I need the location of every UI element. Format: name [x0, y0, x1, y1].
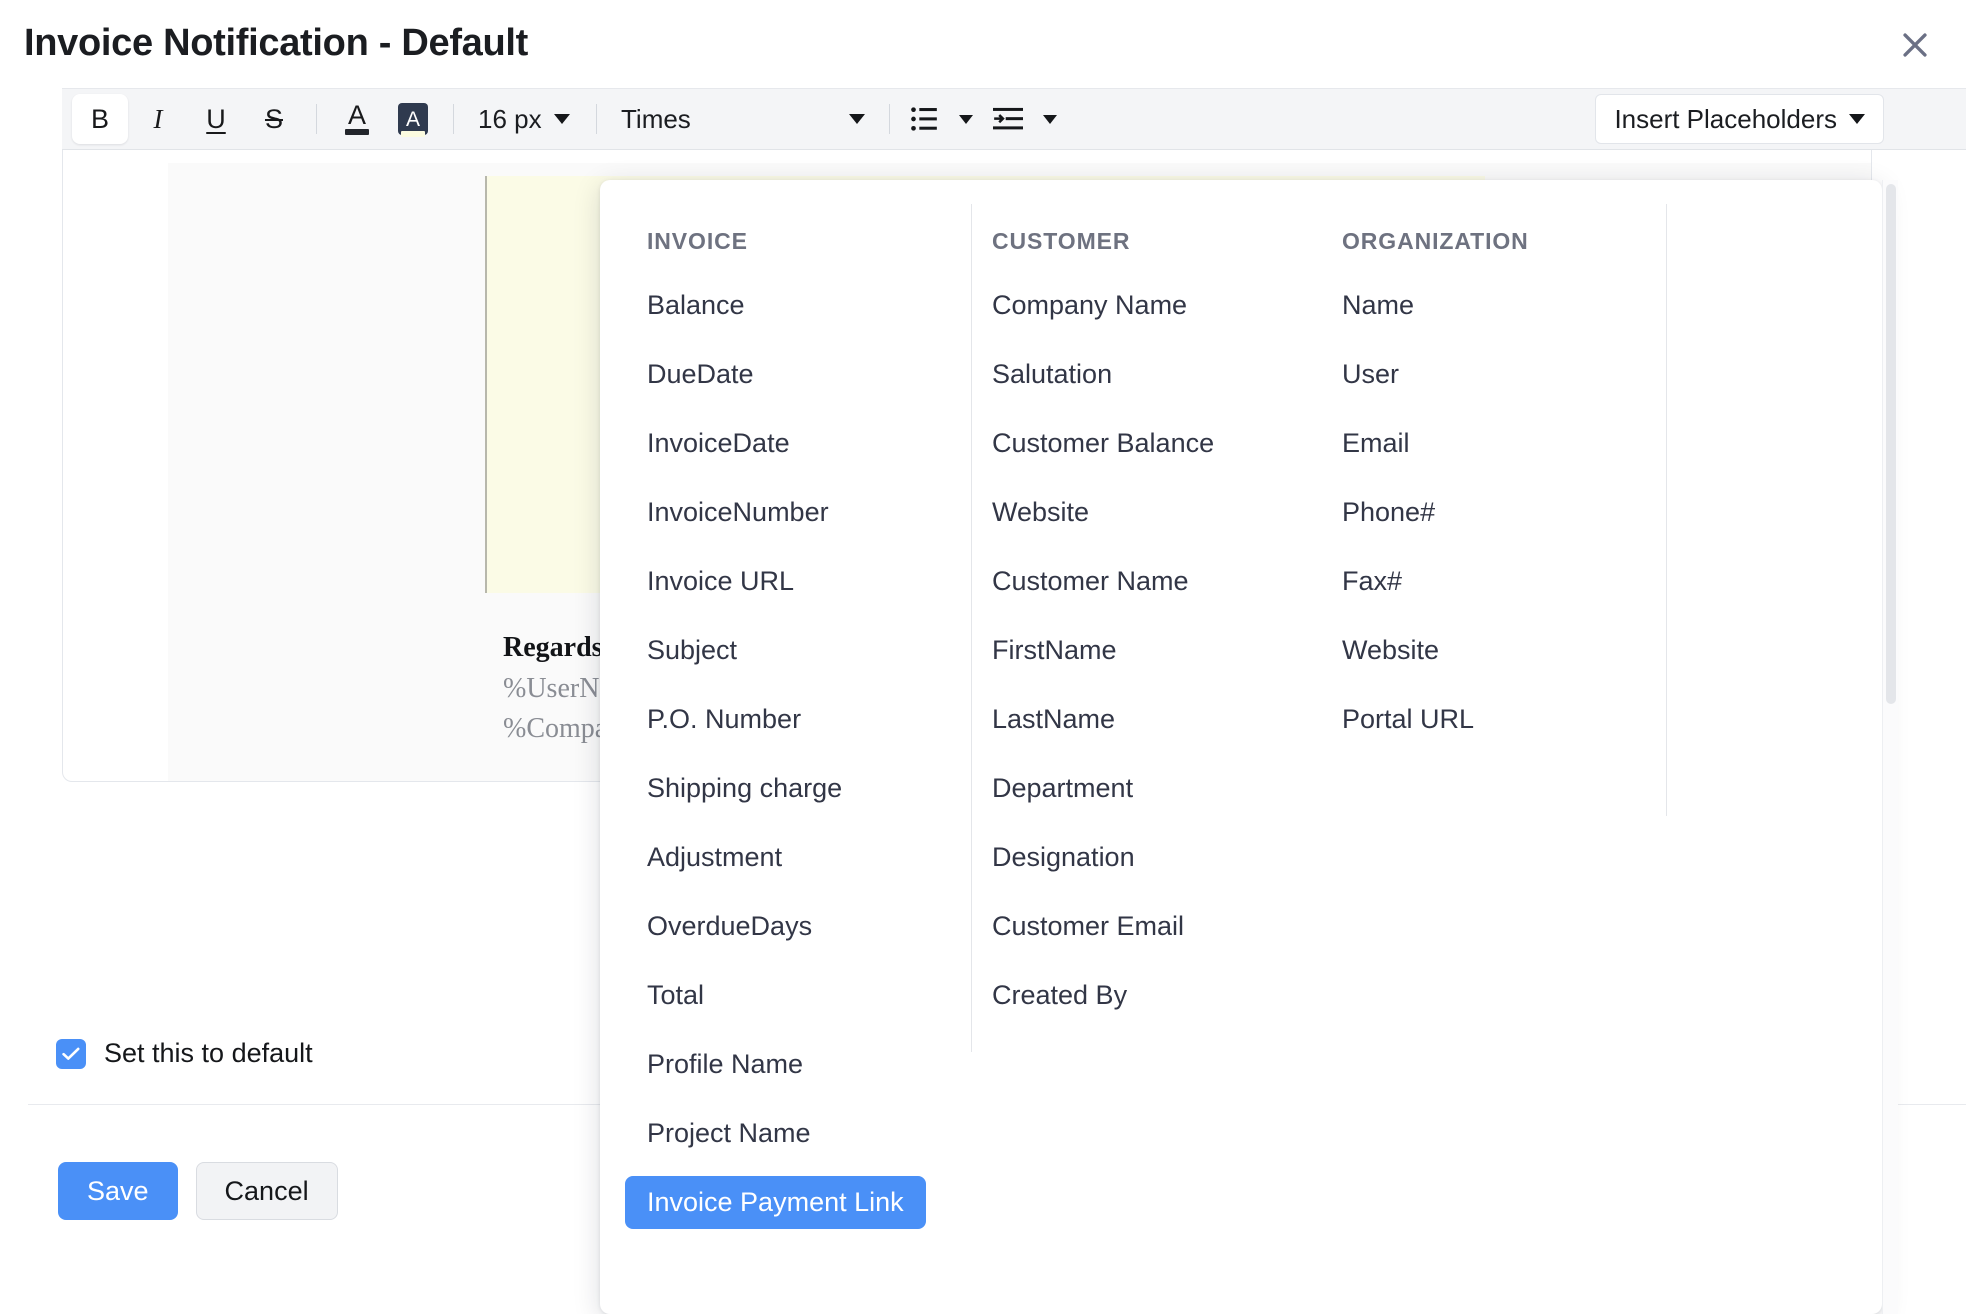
placeholder-item[interactable]: DueDate — [625, 348, 776, 401]
bold-button[interactable]: B — [72, 94, 128, 144]
placeholder-item-selected[interactable]: Invoice Payment Link — [625, 1176, 926, 1229]
placeholder-item[interactable]: Adjustment — [625, 831, 804, 884]
chevron-down-icon — [554, 114, 570, 124]
dropdown-scrollbar-thumb[interactable] — [1886, 184, 1896, 704]
indent-options-button[interactable] — [1030, 94, 1070, 144]
placeholder-item[interactable]: OverdueDays — [625, 900, 834, 953]
placeholder-item[interactable]: P.O. Number — [625, 693, 823, 746]
placeholder-item[interactable]: Company Name — [970, 279, 1209, 332]
highlight-color-button[interactable]: A — [385, 94, 441, 144]
indent-button[interactable] — [986, 94, 1030, 144]
toolbar-divider-4 — [889, 104, 890, 134]
placeholder-columns: INVOICE Balance DueDate InvoiceDate Invo… — [600, 180, 1882, 1314]
font-size-value: 16 px — [478, 104, 542, 135]
invoice-notification-modal: Invoice Notification - Default B I U S — [0, 0, 1966, 1314]
chevron-down-icon — [959, 115, 973, 124]
toolbar-divider-3 — [596, 104, 597, 134]
page-title: Invoice Notification - Default — [24, 22, 528, 65]
text-color-icon: A — [348, 102, 366, 129]
placeholder-group-heading: ORGANIZATION — [1320, 228, 1855, 255]
placeholder-item[interactable]: Shipping charge — [625, 762, 864, 815]
strikethrough-icon: S — [265, 106, 283, 133]
placeholder-item[interactable]: Customer Name — [970, 555, 1211, 608]
placeholder-item[interactable]: Customer Email — [970, 900, 1206, 953]
bullet-list-icon — [910, 106, 938, 132]
italic-icon: I — [154, 106, 163, 133]
strikethrough-button[interactable]: S — [246, 94, 302, 144]
placeholder-item[interactable]: Website — [1320, 624, 1461, 677]
placeholder-item[interactable]: Salutation — [970, 348, 1134, 401]
font-size-select[interactable]: 16 px — [466, 94, 584, 144]
bullet-list-options-button[interactable] — [946, 94, 986, 144]
placeholder-column-customer: CUSTOMER Company Name Salutation Custome… — [945, 180, 1295, 1314]
placeholder-group-heading: CUSTOMER — [970, 228, 1295, 255]
placeholder-item[interactable]: Project Name — [625, 1107, 833, 1160]
placeholder-item[interactable]: Created By — [970, 969, 1149, 1022]
footer-actions: Save Cancel — [58, 1162, 338, 1220]
placeholder-item[interactable]: Subject — [625, 624, 759, 677]
placeholder-item[interactable]: Portal URL — [1320, 693, 1496, 746]
placeholder-item[interactable]: Customer Balance — [970, 417, 1236, 470]
placeholder-item[interactable]: Total — [625, 969, 726, 1022]
set-default-row: Set this to default — [56, 1038, 313, 1069]
underline-icon: U — [206, 106, 226, 133]
placeholder-item[interactable]: LastName — [970, 693, 1137, 746]
font-family-select[interactable]: Times — [609, 94, 877, 144]
save-button[interactable]: Save — [58, 1162, 178, 1220]
placeholder-item[interactable]: Fax# — [1320, 555, 1424, 608]
bullet-list-button[interactable] — [902, 94, 946, 144]
toolbar-divider — [316, 104, 317, 134]
chevron-down-icon — [1043, 115, 1057, 124]
placeholder-list-organization: Name User Email Phone# Fax# Website Port… — [1320, 279, 1855, 762]
set-default-label: Set this to default — [104, 1038, 313, 1069]
placeholder-item[interactable]: Profile Name — [625, 1038, 825, 1091]
modal-header: Invoice Notification - Default — [0, 0, 1966, 88]
placeholder-list-customer: Company Name Salutation Customer Balance… — [970, 279, 1295, 1038]
text-color-swatch — [345, 129, 369, 135]
placeholder-group-heading: INVOICE — [625, 228, 945, 255]
placeholder-item[interactable]: Phone# — [1320, 486, 1457, 539]
toolbar-divider-2 — [453, 104, 454, 134]
placeholder-column-invoice: INVOICE Balance DueDate InvoiceDate Invo… — [600, 180, 945, 1314]
placeholder-item[interactable]: Email — [1320, 417, 1432, 470]
chevron-down-icon — [849, 114, 865, 124]
italic-button[interactable]: I — [130, 94, 186, 144]
indent-icon — [993, 106, 1023, 132]
insert-placeholders-button[interactable]: Insert Placeholders — [1595, 94, 1884, 144]
editor-toolbar-wrapper: B I U S A A — [0, 88, 1966, 150]
insert-placeholders-dropdown: INVOICE Balance DueDate InvoiceDate Invo… — [600, 180, 1882, 1314]
placeholder-column-organization: ORGANIZATION Name User Email Phone# Fax#… — [1295, 180, 1855, 1314]
cancel-button[interactable]: Cancel — [196, 1162, 338, 1220]
placeholder-item[interactable]: User — [1320, 348, 1421, 401]
chevron-down-icon — [1849, 114, 1865, 124]
insert-placeholders-label: Insert Placeholders — [1614, 104, 1837, 135]
dropdown-scrollbar-track[interactable] — [1882, 180, 1898, 1314]
underline-button[interactable]: U — [188, 94, 244, 144]
text-color-button[interactable]: A — [329, 94, 385, 144]
placeholder-item[interactable]: Invoice URL — [625, 555, 816, 608]
close-icon[interactable] — [1890, 20, 1940, 70]
placeholder-item[interactable]: InvoiceDate — [625, 417, 812, 470]
set-default-checkbox[interactable] — [56, 1039, 86, 1069]
font-family-value: Times — [621, 104, 691, 135]
check-icon — [62, 1047, 80, 1061]
placeholder-item[interactable]: Name — [1320, 279, 1436, 332]
placeholder-item[interactable]: Department — [970, 762, 1155, 815]
placeholder-item[interactable]: FirstName — [970, 624, 1139, 677]
bold-icon: B — [91, 106, 109, 133]
placeholder-item[interactable]: Designation — [970, 831, 1157, 884]
placeholder-list-invoice: Balance DueDate InvoiceDate InvoiceNumbe… — [625, 279, 945, 1245]
placeholder-item[interactable]: Balance — [625, 279, 767, 332]
highlight-color-swatch — [401, 131, 425, 137]
placeholder-item[interactable]: InvoiceNumber — [625, 486, 851, 539]
placeholder-item[interactable]: Website — [970, 486, 1111, 539]
